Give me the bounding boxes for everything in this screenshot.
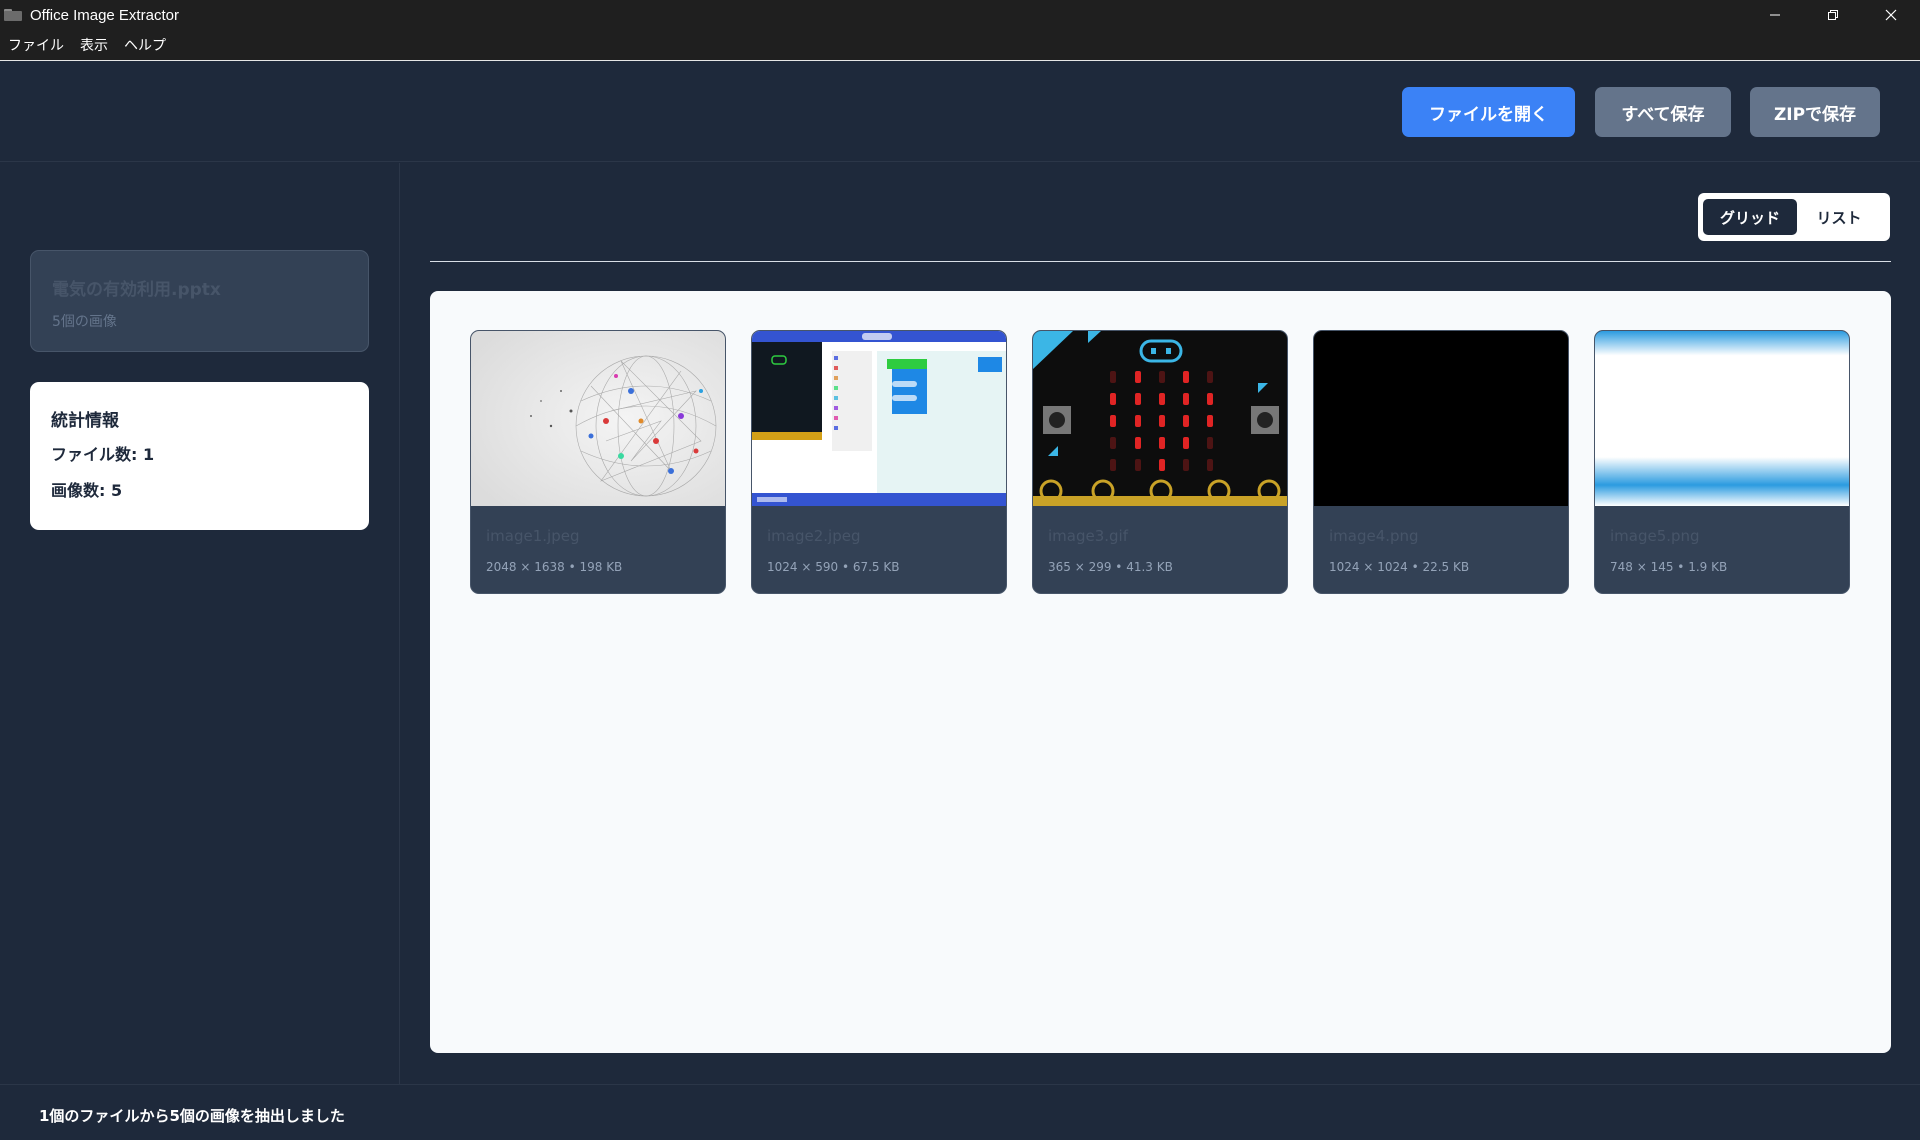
image-card[interactable]: image3.gif 365 × 299 • 41.3 KB [1032,330,1288,594]
stats-file-count: ファイル数: 1 [51,445,155,464]
image-card[interactable]: image1.jpeg 2048 × 1638 • 198 KB [470,330,726,594]
stats-title: 統計情報 [51,411,119,431]
list-view-button[interactable]: リスト [1797,199,1881,235]
toolbar: ファイルを開く すべて保存 ZIPで保存 [0,62,1920,162]
save-all-button[interactable]: すべて保存 [1595,87,1731,137]
image-thumbnail [752,331,1006,506]
image-name: image2.jpeg [767,527,861,545]
image-meta: 1024 × 1024 • 22.5 KB [1329,560,1470,574]
stats-panel: 統計情報 ファイル数: 1 画像数: 5 [30,382,369,530]
divider [430,261,1891,262]
image-card[interactable]: image2.jpeg 1024 × 590 • 67.5 KB [751,330,1007,594]
image-meta: 748 × 145 • 1.9 KB [1610,560,1728,574]
image-name: image4.png [1329,527,1419,545]
image-thumbnail [1595,331,1849,506]
menu-file[interactable]: ファイル [8,35,64,55]
image-meta: 365 × 299 • 41.3 KB [1048,560,1173,574]
view-toggle: グリッド リスト [1698,193,1890,241]
image-card[interactable]: image5.png 748 × 145 • 1.9 KB [1594,330,1850,594]
image-thumbnail [1033,331,1287,506]
grid-view-button[interactable]: グリッド [1703,199,1797,235]
minimize-icon[interactable] [1746,0,1804,30]
image-meta: 1024 × 590 • 67.5 KB [767,560,900,574]
open-file-button[interactable]: ファイルを開く [1402,87,1575,137]
image-name: image5.png [1610,527,1700,545]
close-icon[interactable] [1862,0,1920,30]
status-text: 1個のファイルから5個の画像を抽出しました [39,1107,345,1125]
window-title: Office Image Extractor [30,6,179,24]
image-card[interactable]: image4.png 1024 × 1024 • 22.5 KB [1313,330,1569,594]
save-zip-button[interactable]: ZIPで保存 [1750,87,1880,137]
file-name: 電気の有効利用.pptx [52,280,221,300]
image-name: image1.jpeg [486,527,580,545]
main-content: グリッド リスト image1.jpeg 2048 × 1638 • 198 K… [401,163,1920,1084]
title-bar: Office Image Extractor [0,0,1920,30]
image-thumbnail [471,331,725,506]
image-meta: 2048 × 1638 • 198 KB [486,560,623,574]
menu-help[interactable]: ヘルプ [124,35,166,55]
file-list-item[interactable]: 電気の有効利用.pptx 5個の画像 [30,250,369,352]
window-controls [1746,0,1920,30]
status-bar: 1個のファイルから5個の画像を抽出しました [0,1084,1920,1140]
image-name: image3.gif [1048,527,1129,545]
restore-icon[interactable] [1804,0,1862,30]
image-gallery: image1.jpeg 2048 × 1638 • 198 KB image2.… [430,291,1891,1053]
stats-image-count: 画像数: 5 [51,481,123,500]
sidebar: 電気の有効利用.pptx 5個の画像 統計情報 ファイル数: 1 画像数: 5 [0,163,400,1084]
menu-bar: ファイル 表示 ヘルプ [0,30,1920,61]
menu-view[interactable]: 表示 [80,35,108,55]
folder-icon [4,9,22,21]
image-thumbnail [1314,331,1568,506]
file-image-count: 5個の画像 [52,314,117,330]
